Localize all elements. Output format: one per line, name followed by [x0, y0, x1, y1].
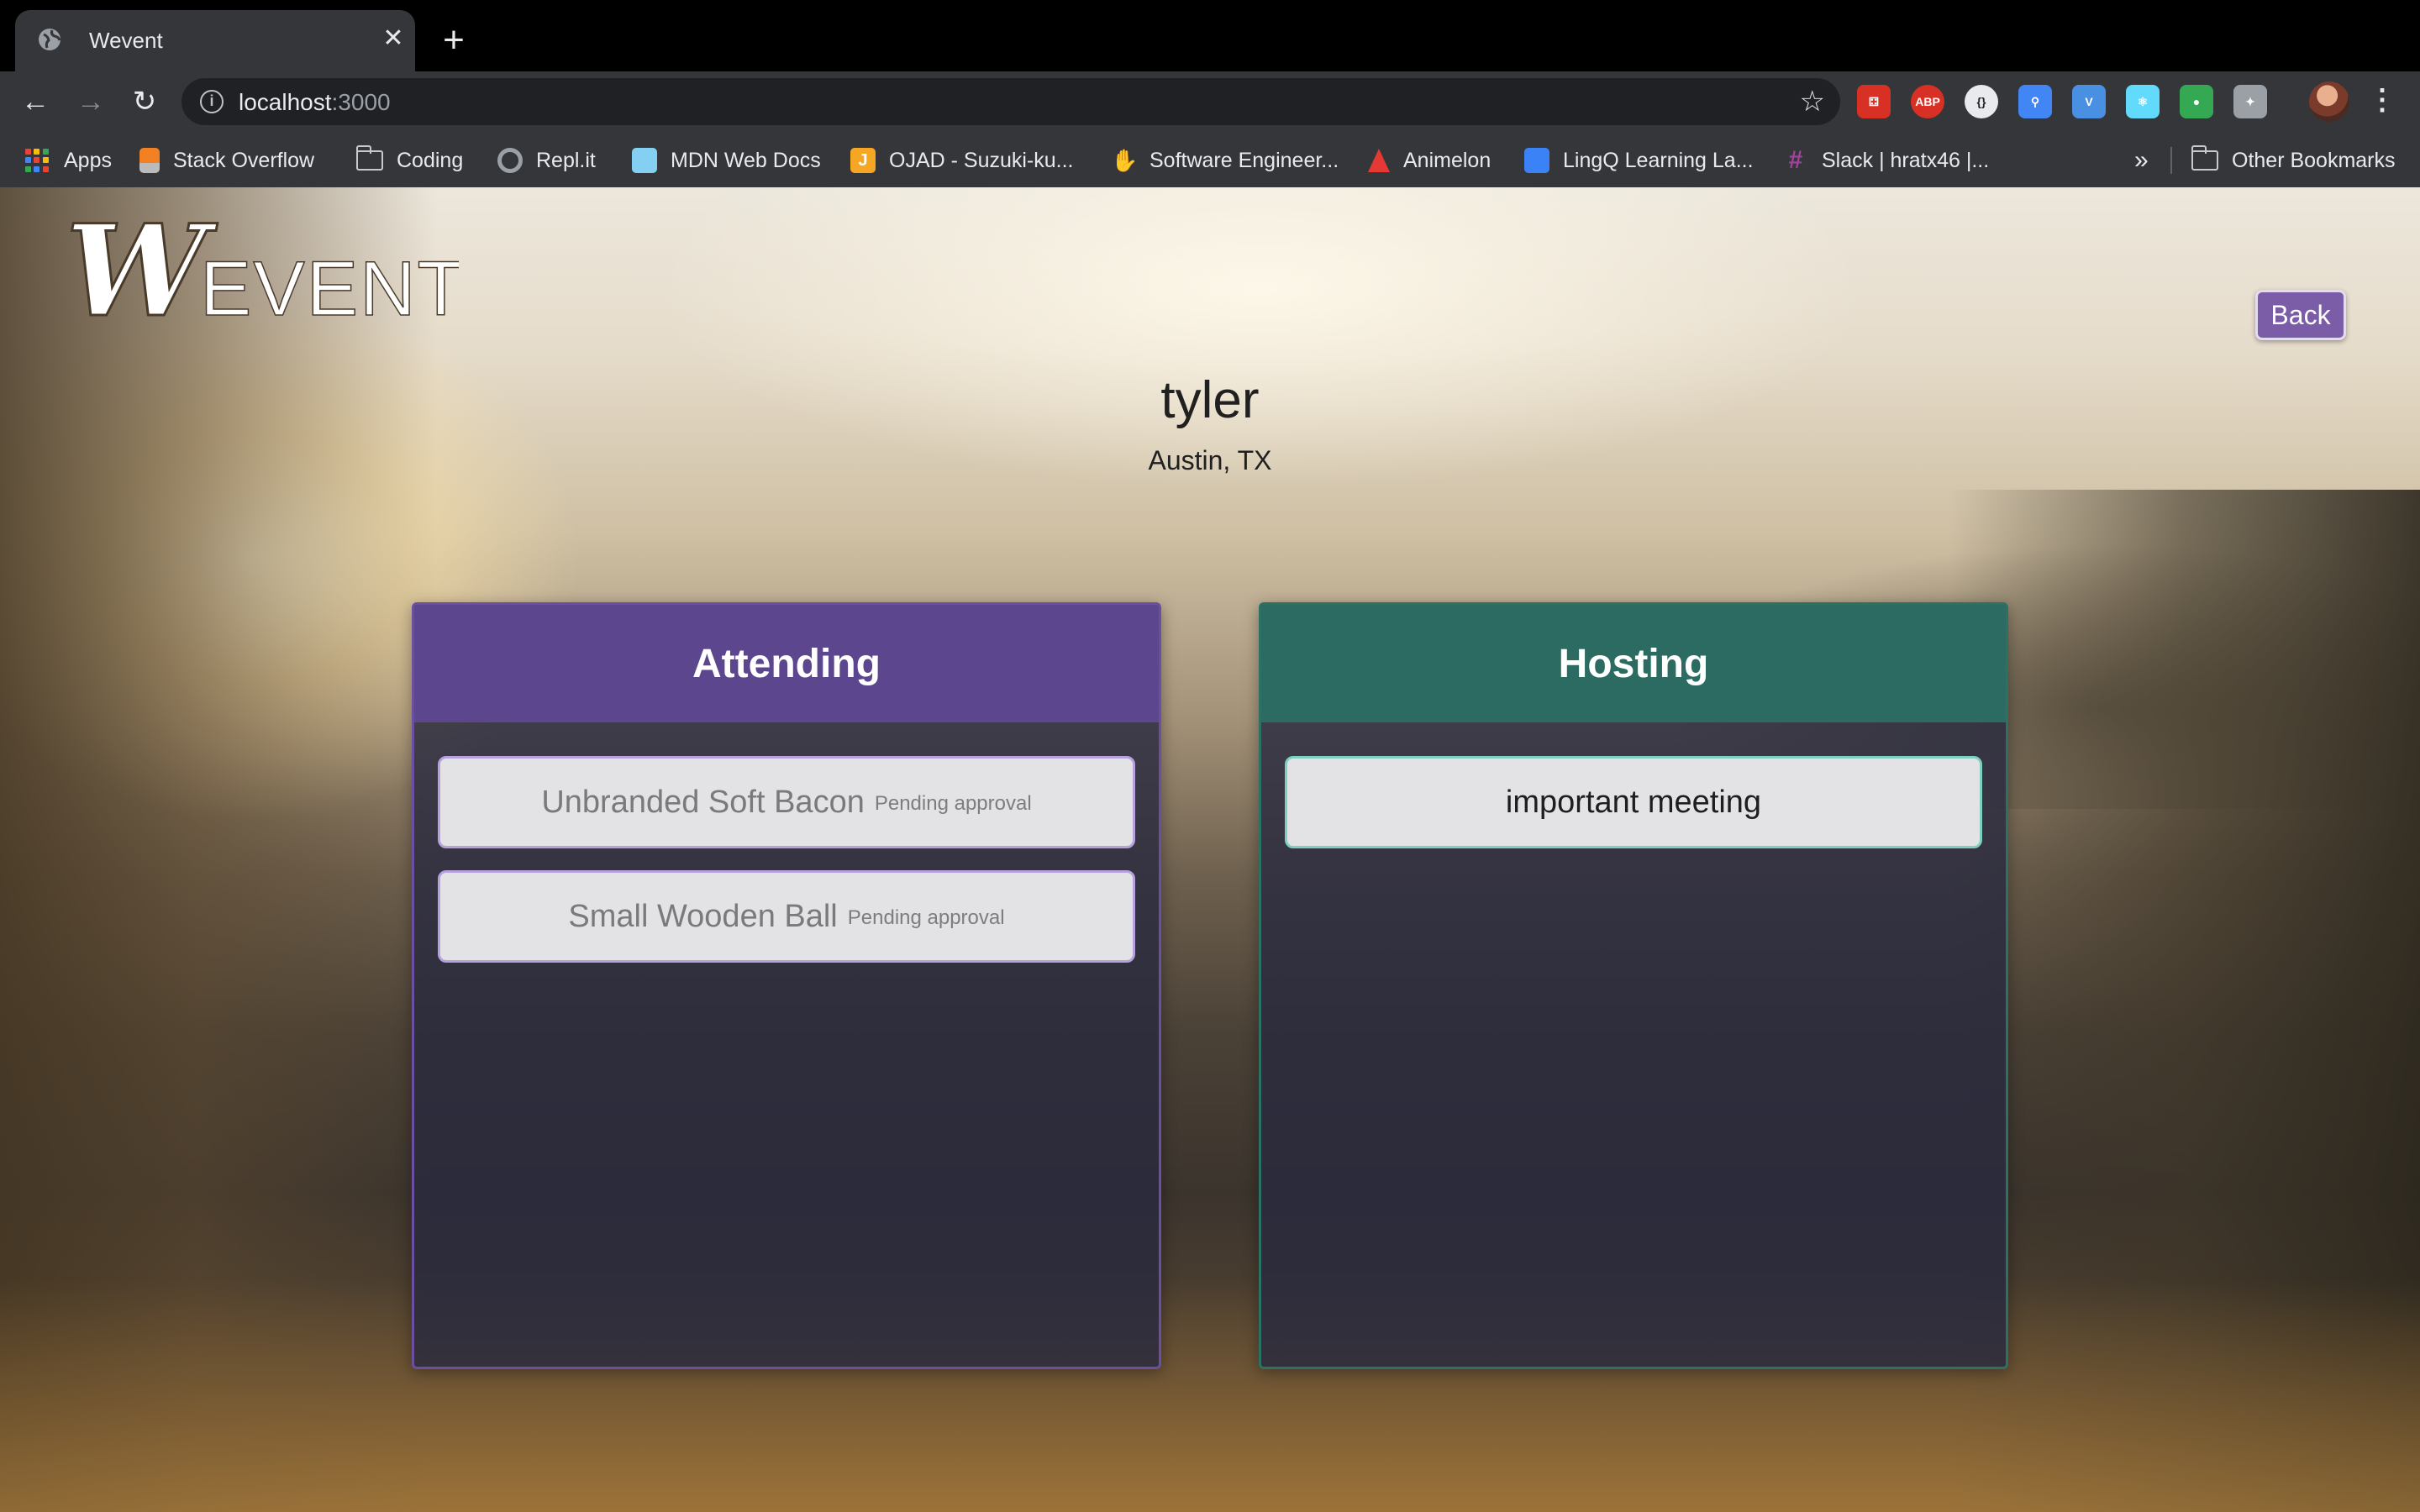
globe-icon	[39, 29, 61, 50]
json-ext-icon[interactable]: {}	[1965, 85, 1998, 118]
tab-title: Wevent	[89, 28, 163, 53]
attending-event-card[interactable]: Small Wooden Ball Pending approval	[438, 870, 1135, 963]
background-meadow	[0, 1279, 2420, 1512]
folder-icon	[355, 145, 383, 171]
bookmark-label: Stack Overflow	[173, 148, 315, 172]
bookmark-stack-overflow[interactable]: Stack Overflow	[139, 144, 314, 177]
apps-grid-icon	[25, 149, 49, 172]
bookmark-apps[interactable]: Apps	[25, 144, 112, 177]
blue-ext-icon[interactable]: ⚲	[2018, 85, 2052, 118]
url-port: :3000	[331, 89, 391, 115]
hand-icon: ✋	[1111, 148, 1139, 173]
url-text[interactable]: localhost:3000	[239, 89, 391, 116]
bookmark-star-icon[interactable]: ☆	[1800, 85, 1825, 118]
bookmark-label: Apps	[64, 148, 112, 172]
bookmarks-overflow-icon[interactable]: »	[2134, 144, 2149, 177]
event-status: Pending approval	[847, 906, 1005, 929]
bookmark-label: MDN Web Docs	[671, 148, 821, 172]
wevent-page: W EVENT Back tyler Austin, TX Attending …	[0, 187, 2420, 1512]
bookmark-label: Other Bookmarks	[2232, 148, 2396, 172]
attending-panel: Attending Unbranded Soft Bacon Pending a…	[412, 602, 1161, 1369]
replit-icon	[497, 148, 523, 173]
bookmark-coding-folder[interactable]: Coding	[355, 144, 464, 177]
reload-icon[interactable]: ↻	[126, 83, 163, 120]
frog-ext-icon[interactable]: ●	[2180, 85, 2213, 118]
event-status: Pending approval	[874, 792, 1032, 815]
hosting-event-list: important meeting	[1261, 722, 2006, 848]
bookmark-slack[interactable]: # Slack | hratx46 |...	[1783, 144, 1990, 177]
lingq-icon	[1524, 148, 1549, 173]
hosting-panel: Hosting important meeting	[1259, 602, 2008, 1369]
animelon-icon	[1368, 149, 1390, 172]
bookmark-animelon[interactable]: Animelon	[1368, 144, 1491, 177]
bookmark-label: Slack | hratx46 |...	[1822, 148, 1990, 172]
forward-arrow-icon[interactable]: →	[72, 83, 109, 120]
adblock-icon[interactable]: ABP	[1911, 85, 1944, 118]
event-title: important meeting	[1505, 784, 1762, 820]
url-host: localhost	[239, 89, 332, 115]
folder-icon	[2191, 145, 2218, 171]
bookmark-label: Animelon	[1403, 148, 1491, 172]
svg-text:W: W	[66, 213, 218, 339]
attending-event-card[interactable]: Unbranded Soft Bacon Pending approval	[438, 756, 1135, 848]
hosting-event-card[interactable]: important meeting	[1285, 756, 1982, 848]
ojad-icon: J	[850, 148, 876, 173]
bookmark-label: OJAD - Suzuki-ku...	[889, 148, 1074, 172]
red-ext-icon[interactable]: ⚃	[1857, 85, 1891, 118]
bookmark-software-engineer[interactable]: ✋ Software Engineer...	[1111, 144, 1339, 177]
attending-event-list: Unbranded Soft Bacon Pending approval Sm…	[414, 722, 1159, 963]
hosting-heading: Hosting	[1261, 605, 2006, 722]
new-tab-button[interactable]: +	[437, 22, 471, 59]
bookmarks-divider	[2170, 147, 2172, 174]
browser-tab[interactable]: Wevent ✕	[15, 10, 415, 71]
tab-strip: Wevent ✕ +	[0, 0, 2420, 71]
puzzle-ext-icon[interactable]: ✦	[2233, 85, 2267, 118]
attending-heading: Attending	[414, 605, 1159, 722]
bookmark-label: LingQ Learning La...	[1563, 148, 1754, 172]
info-icon[interactable]: i	[200, 90, 224, 113]
bookmark-mdn[interactable]: MDN Web Docs	[632, 144, 821, 177]
address-bar[interactable]: i localhost:3000 ☆	[182, 78, 1840, 125]
bookmark-lingq[interactable]: LingQ Learning La...	[1524, 144, 1754, 177]
bookmarks-bar: Apps Stack Overflow Coding Repl.it MDN W…	[0, 132, 2420, 187]
kebab-menu-icon[interactable]: ⋮	[2368, 83, 2396, 117]
svg-text:EVENT: EVENT	[200, 246, 459, 332]
profile-avatar[interactable]	[2309, 81, 2349, 122]
vimium-icon[interactable]: V	[2072, 85, 2106, 118]
bookmark-ojad[interactable]: J OJAD - Suzuki-ku...	[850, 144, 1074, 177]
event-title: Unbranded Soft Bacon	[541, 784, 865, 820]
wevent-logo[interactable]: W EVENT	[64, 213, 460, 339]
profile-username: tyler	[1160, 371, 1260, 429]
bookmark-other-bookmarks[interactable]: Other Bookmarks	[2191, 144, 2396, 177]
slack-icon: #	[1788, 146, 1803, 174]
back-button[interactable]: Back	[2255, 290, 2346, 340]
react-devtools-icon[interactable]: ⚛	[2126, 85, 2160, 118]
event-title: Small Wooden Ball	[568, 898, 838, 934]
stackoverflow-icon	[139, 148, 160, 173]
close-tab-icon[interactable]: ✕	[378, 24, 408, 54]
mdn-icon	[632, 148, 657, 173]
profile-location: Austin, TX	[1148, 445, 1272, 475]
bookmark-label: Coding	[397, 148, 464, 172]
back-arrow-icon[interactable]: ←	[17, 83, 54, 120]
bookmark-label: Software Engineer...	[1150, 148, 1339, 172]
browser-toolbar: ← → ↻ i localhost:3000 ☆ ⚃ ABP {} ⚲ V ⚛ ● ✦ ⋮	[0, 71, 2420, 132]
bookmark-label: Repl.it	[536, 148, 596, 172]
bookmark-replit[interactable]: Repl.it	[497, 144, 596, 177]
